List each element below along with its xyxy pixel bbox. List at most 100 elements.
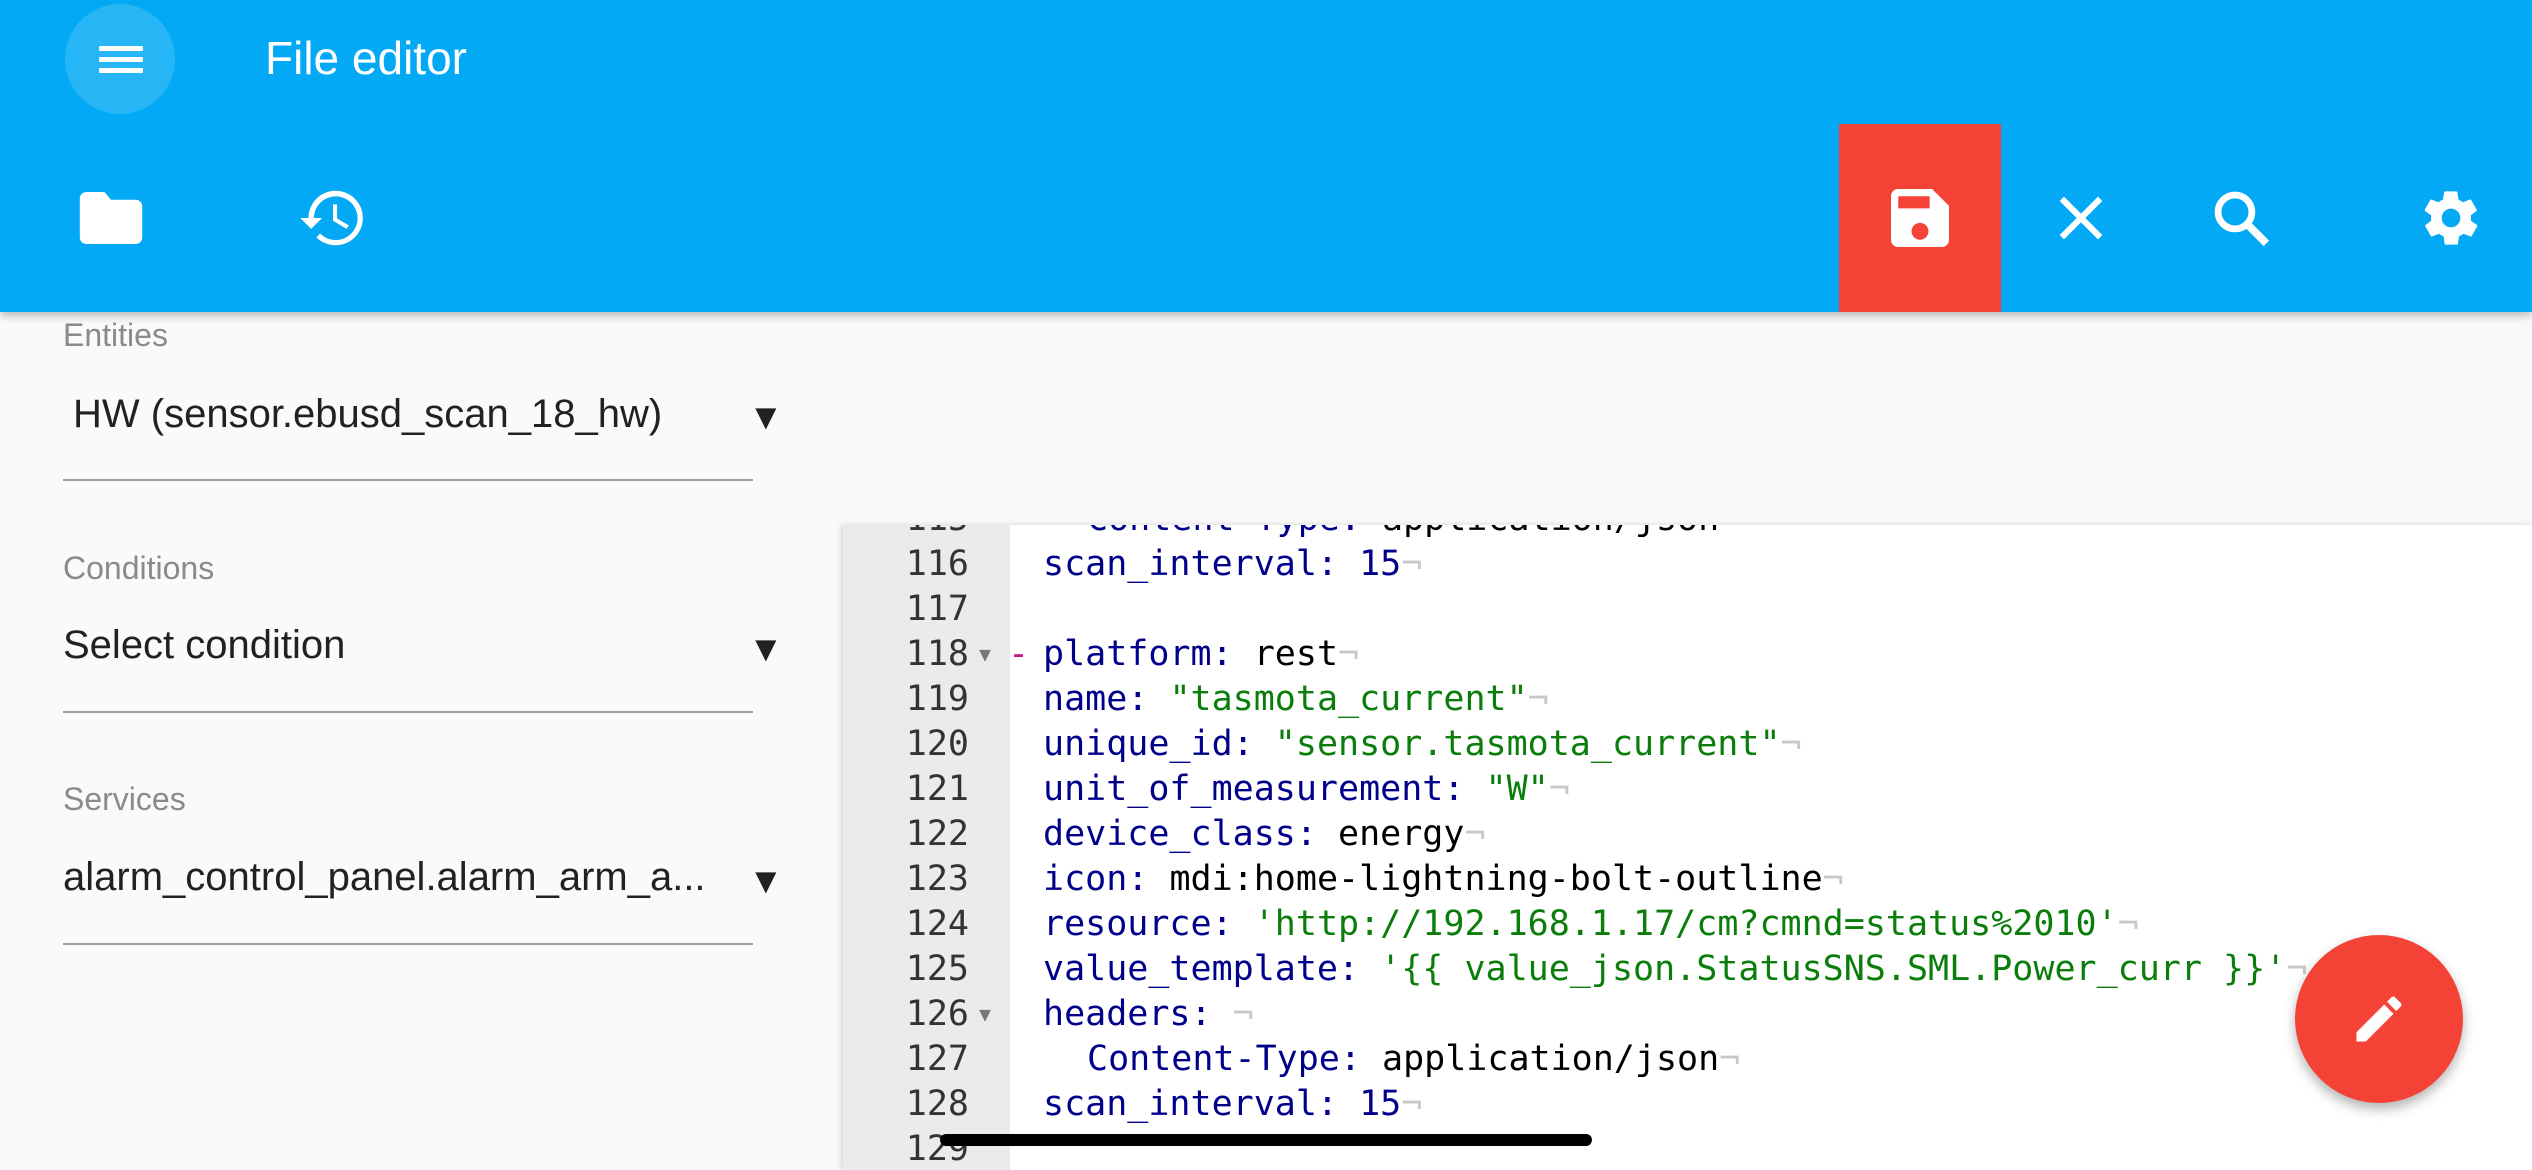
menu-button[interactable]	[65, 4, 175, 114]
menu-icon-bar	[99, 57, 143, 62]
code-text: name: "tasmota_current"¬	[1043, 677, 1549, 722]
yaml-value: "W"	[1485, 769, 1549, 809]
code-text: scan_interval: 15¬	[1043, 1082, 1422, 1127]
yaml-value: energy	[1338, 814, 1465, 854]
services-label: Services	[63, 781, 186, 817]
code-line[interactable]: 128 scan_interval: 15¬	[843, 1082, 2532, 1127]
line-number: 128	[905, 1084, 969, 1124]
line-number: 115	[843, 525, 969, 542]
services-value[interactable]: alarm_control_panel.alarm_arm_a...	[63, 855, 706, 900]
close-button[interactable]	[2000, 124, 2162, 312]
pencil-icon	[2356, 996, 2402, 1042]
yaml-key: Content-Type:	[1087, 525, 1361, 539]
yaml-key: value_template:	[1043, 949, 1360, 989]
code-text: device_class: energy¬	[1043, 812, 1486, 857]
close-icon	[2059, 196, 2103, 240]
history-button[interactable]	[252, 124, 414, 312]
yaml-value: rest	[1253, 634, 1339, 674]
code-line[interactable]: 122 device_class: energy¬	[843, 812, 2532, 857]
conditions-value[interactable]: Select condition	[63, 623, 345, 668]
code-line[interactable]: 118 ▼ - platform: rest¬	[843, 632, 2532, 677]
yaml-key: name:	[1043, 679, 1149, 719]
yaml-value: 15	[1359, 544, 1402, 584]
code-line[interactable]: 123 icon: mdi:home-lightning-bolt-outline…	[843, 857, 2532, 902]
code-text: icon: mdi:home-lightning-bolt-outline¬	[1043, 857, 1844, 902]
line-number: 121	[905, 769, 969, 809]
yaml-value: mdi:home-lightning-bolt-outline	[1169, 859, 1823, 899]
line-number: 122	[905, 814, 969, 854]
save-icon	[1891, 189, 1949, 247]
line-number: 126	[905, 994, 969, 1034]
entities-value[interactable]: HW (sensor.ebusd_scan_18_hw)	[73, 392, 662, 437]
search-icon	[2214, 191, 2270, 247]
line-number: 124	[905, 904, 969, 944]
conditions-label: Conditions	[63, 550, 215, 586]
gear-icon	[2424, 191, 2478, 245]
dropdown-arrow-icon[interactable]: ▼	[748, 396, 784, 438]
code-text: value_template: '{{ value_json.StatusSNS…	[1043, 947, 2307, 992]
code-line[interactable]: 126 ▼ headers: ¬	[843, 992, 2532, 1037]
line-number: 125	[905, 949, 969, 989]
fold-arrow-icon[interactable]: ▼	[979, 992, 991, 1037]
code-line[interactable]: 120 unique_id: "sensor.tasmota_current"¬	[843, 722, 2532, 767]
yaml-key: icon:	[1043, 859, 1149, 899]
home-indicator	[940, 1134, 1592, 1146]
menu-icon-bar	[99, 68, 143, 73]
yaml-key: unit_of_measurement:	[1043, 769, 1465, 809]
entities-label: Entities	[63, 317, 168, 353]
yaml-value: 'http://192.168.1.17/cm?cmnd=status%2010…	[1253, 904, 2118, 944]
menu-icon-bar	[99, 46, 143, 51]
code-text: Content-Type: application/json¬	[1087, 525, 1740, 542]
code-editor[interactable]: 115Content-Type: application/json¬116sca…	[843, 525, 2532, 1170]
line-number: 119	[905, 679, 969, 719]
newline-marker: ¬	[1719, 525, 1740, 539]
field-underline	[63, 943, 753, 945]
line-number: 120	[905, 724, 969, 764]
yaml-value: "tasmota_current"	[1169, 679, 1528, 719]
yaml-value: 15	[1359, 1084, 1402, 1124]
code-line[interactable]: 121 unit_of_measurement: "W"¬	[843, 767, 2532, 812]
code-text: scan_interval: 15¬	[1043, 542, 1422, 587]
dropdown-arrow-icon[interactable]: ▼	[748, 860, 784, 902]
code-text: resource: 'http://192.168.1.17/cm?cmnd=s…	[1043, 902, 2139, 947]
code-text: platform: rest¬	[1043, 632, 1359, 677]
yaml-value: application/json	[1382, 525, 1719, 539]
code-line[interactable]: 127 Content-Type: application/json¬	[843, 1037, 2532, 1082]
line-number: 123	[905, 859, 969, 899]
yaml-key: resource:	[1043, 904, 1233, 944]
yaml-value: "sensor.tasmota_current"	[1274, 724, 1781, 764]
folder-icon	[79, 192, 143, 244]
history-icon	[300, 190, 363, 246]
yaml-value: '{{ value_json.StatusSNS.SML.Power_curr …	[1380, 949, 2287, 989]
app-header: File editor	[0, 0, 2532, 312]
code-text: Content-Type: application/json¬	[1087, 1037, 1740, 1082]
line-number: 118	[905, 634, 969, 674]
yaml-key: unique_id:	[1043, 724, 1254, 764]
line-number: 127	[905, 1039, 969, 1079]
newline-marker: ¬	[1401, 1084, 1423, 1124]
code-line[interactable]: 119 name: "tasmota_current"¬	[843, 677, 2532, 722]
code-line[interactable]: 117	[843, 587, 2532, 632]
list-marker: -	[1008, 634, 1030, 674]
code-text: headers: ¬	[1043, 992, 1254, 1037]
field-underline	[63, 479, 753, 481]
code-line[interactable]: 115 Content-Type: application/json¬	[843, 525, 2532, 542]
browse-files-button[interactable]	[30, 124, 192, 312]
newline-marker: ¬	[1822, 859, 1844, 899]
newline-marker: ¬	[1548, 769, 1570, 809]
dropdown-arrow-icon[interactable]: ▼	[748, 628, 784, 670]
code-line[interactable]: 125 value_template: '{{ value_json.Status…	[843, 947, 2532, 992]
code-line[interactable]: 124 resource: 'http://192.168.1.17/cm?cmn…	[843, 902, 2532, 947]
save-button[interactable]	[1839, 124, 2001, 312]
newline-marker: ¬	[2117, 904, 2139, 944]
newline-marker: ¬	[1719, 1039, 1741, 1079]
settings-button[interactable]	[2370, 124, 2532, 312]
yaml-key: headers:	[1043, 994, 1212, 1034]
yaml-value: application/json	[1382, 1039, 1720, 1079]
field-underline	[63, 711, 753, 713]
newline-marker: ¬	[1527, 679, 1549, 719]
search-button[interactable]	[2160, 124, 2322, 312]
fold-arrow-icon[interactable]: ▼	[979, 632, 991, 677]
edit-fab-button[interactable]	[2295, 935, 2463, 1103]
code-line[interactable]: 116 scan_interval: 15¬	[843, 542, 2532, 587]
